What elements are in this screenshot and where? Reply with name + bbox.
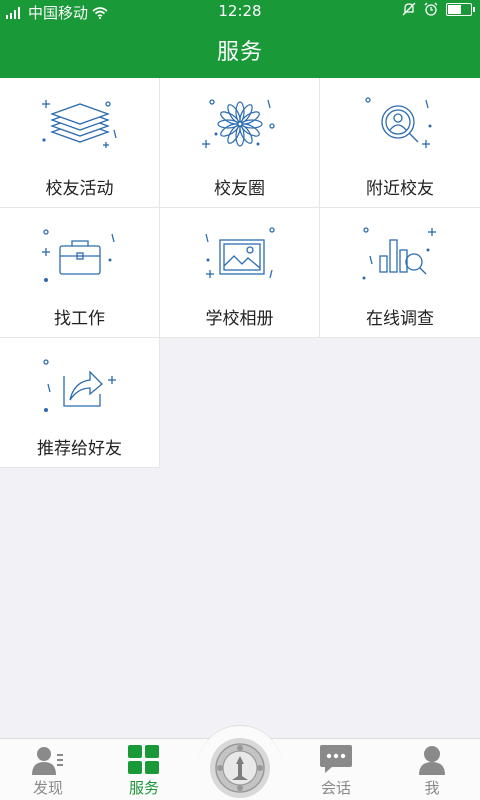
service-row: 找工作 学校相册 在线调查 bbox=[0, 208, 480, 338]
service-online-survey[interactable]: 在线调查 bbox=[320, 208, 480, 338]
tab-me[interactable]: 我 bbox=[384, 739, 480, 800]
contacts-icon bbox=[32, 747, 63, 775]
user-search-icon bbox=[365, 97, 432, 148]
mute-bell-icon bbox=[402, 2, 416, 16]
service-alumni-events[interactable]: 校友活动 bbox=[0, 78, 160, 208]
share-icon bbox=[43, 359, 116, 412]
empty-cell bbox=[320, 338, 480, 468]
status-right bbox=[402, 2, 475, 16]
service-label: 校友圈 bbox=[214, 179, 265, 199]
chart-search-icon bbox=[362, 227, 436, 280]
grid-icon bbox=[128, 745, 159, 774]
service-row: 推荐给好友 bbox=[0, 338, 480, 468]
service-label: 校友活动 bbox=[45, 179, 114, 199]
tab-services[interactable]: 服务 bbox=[96, 739, 192, 800]
service-row: 校友活动 校友圈 附近校友 bbox=[0, 78, 480, 208]
tab-discover[interactable]: 发现 bbox=[0, 739, 96, 800]
flower-icon bbox=[202, 99, 275, 148]
service-label: 学校相册 bbox=[205, 309, 274, 329]
chat-icon bbox=[320, 745, 352, 773]
status-bar: 中国移动 12:28 bbox=[0, 0, 480, 22]
alarm-icon bbox=[424, 2, 438, 16]
school-emblem-button[interactable] bbox=[198, 725, 282, 800]
app-header: 服务 bbox=[0, 22, 480, 78]
page-title: 服务 bbox=[216, 40, 263, 65]
service-label: 推荐给好友 bbox=[37, 439, 122, 459]
person-icon bbox=[419, 746, 445, 775]
tab-label: 会话 bbox=[320, 779, 351, 797]
service-school-album[interactable]: 学校相册 bbox=[160, 208, 320, 338]
tab-chat[interactable]: 会话 bbox=[288, 739, 384, 800]
service-find-job[interactable]: 找工作 bbox=[0, 208, 160, 338]
service-label: 在线调查 bbox=[366, 309, 434, 329]
picture-icon bbox=[205, 227, 275, 279]
service-nearby-alumni[interactable]: 附近校友 bbox=[320, 78, 480, 208]
empty-cell bbox=[160, 338, 320, 468]
service-recommend-friend[interactable]: 推荐给好友 bbox=[0, 338, 160, 468]
service-label: 附近校友 bbox=[366, 179, 434, 199]
tab-label: 服务 bbox=[128, 779, 159, 797]
battery-icon bbox=[446, 2, 475, 16]
briefcase-icon bbox=[42, 229, 115, 282]
service-label: 找工作 bbox=[54, 309, 105, 329]
service-alumni-circle[interactable]: 校友圈 bbox=[160, 78, 320, 208]
layers-icon bbox=[42, 100, 117, 148]
service-grid: 校友活动 校友圈 附近校友 找工作 学校相册 在线调查 推荐给好友 bbox=[0, 78, 480, 468]
school-emblem-icon bbox=[210, 738, 270, 798]
tab-bar: 发现 服务 会话 我 bbox=[0, 725, 480, 800]
tab-label: 发现 bbox=[32, 779, 63, 797]
tab-label: 我 bbox=[424, 779, 440, 797]
